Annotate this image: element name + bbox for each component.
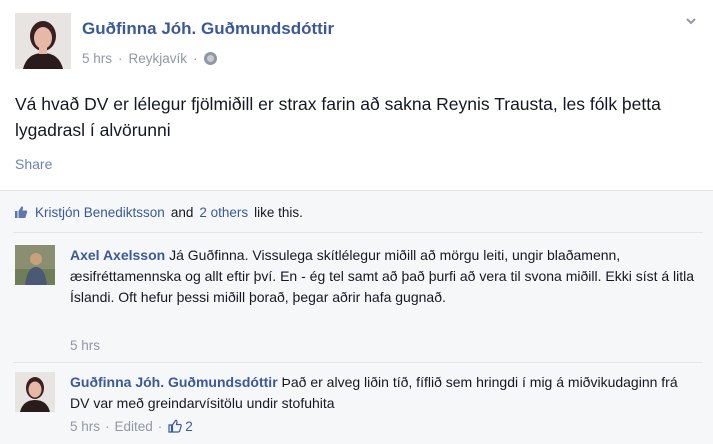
- commenter-avatar[interactable]: [15, 245, 55, 285]
- others-link[interactable]: 2 others: [199, 205, 248, 220]
- commenter-avatar[interactable]: [15, 372, 55, 412]
- share-link[interactable]: Share: [15, 156, 52, 172]
- globe-icon[interactable]: [203, 52, 217, 65]
- post-body-text: Vá hvað DV er lélegur fjölmiðill er stra…: [15, 94, 661, 140]
- post-author-name[interactable]: Guðfinna Jóh. Guðmundsdóttir: [82, 19, 334, 39]
- meta-separator: ·: [157, 418, 163, 434]
- likes-summary: Kristjón Benediktsson and 2 others like …: [13, 204, 303, 220]
- comment-body: Guðfinna Jóh. Guðmundsdóttir Það er alve…: [70, 372, 700, 414]
- meta-separator: ·: [105, 418, 110, 434]
- comment-meta: 5 hrs · Edited · 2: [70, 418, 193, 434]
- edited-label[interactable]: Edited: [115, 419, 153, 434]
- meta-separator: ·: [118, 51, 123, 66]
- like-thumb-icon: [168, 419, 183, 433]
- comment-timestamp[interactable]: 5 hrs: [70, 419, 100, 434]
- likes-and-text: and: [170, 204, 194, 220]
- post-timestamp[interactable]: 5 hrs: [82, 51, 112, 66]
- comment-item: Axel Axelsson Já Guðfinna. Vissulega skí…: [15, 245, 705, 355]
- comment-meta: 5 hrs: [70, 338, 100, 353]
- separator: [13, 232, 703, 233]
- separator: [13, 362, 703, 363]
- comment-like-count[interactable]: 2: [167, 418, 193, 434]
- comment-body: Axel Axelsson Já Guðfinna. Vissulega skí…: [70, 245, 700, 308]
- liker-name-link[interactable]: Kristjón Benediktsson: [35, 205, 165, 220]
- comment-author-name[interactable]: Guðfinna Jóh. Guðmundsdóttir: [70, 374, 278, 390]
- post-meta: 5 hrs · Reykjavík ·: [82, 51, 217, 66]
- like-count-value: 2: [185, 418, 193, 434]
- likes-suffix-text: like this.: [254, 204, 303, 220]
- story-card: Guðfinna Jóh. Guðmundsdóttir 5 hrs · Rey…: [0, 0, 713, 190]
- comment-timestamp[interactable]: 5 hrs: [70, 338, 100, 353]
- comment-author-name[interactable]: Axel Axelsson: [70, 247, 165, 263]
- meta-separator: ·: [193, 51, 198, 66]
- post-location[interactable]: Reykjavík: [129, 51, 188, 66]
- like-thumb-icon: [13, 204, 29, 220]
- comment-item: Guðfinna Jóh. Guðmundsdóttir Það er alve…: [15, 372, 705, 440]
- author-avatar[interactable]: [15, 13, 71, 69]
- chevron-down-icon[interactable]: [684, 14, 698, 28]
